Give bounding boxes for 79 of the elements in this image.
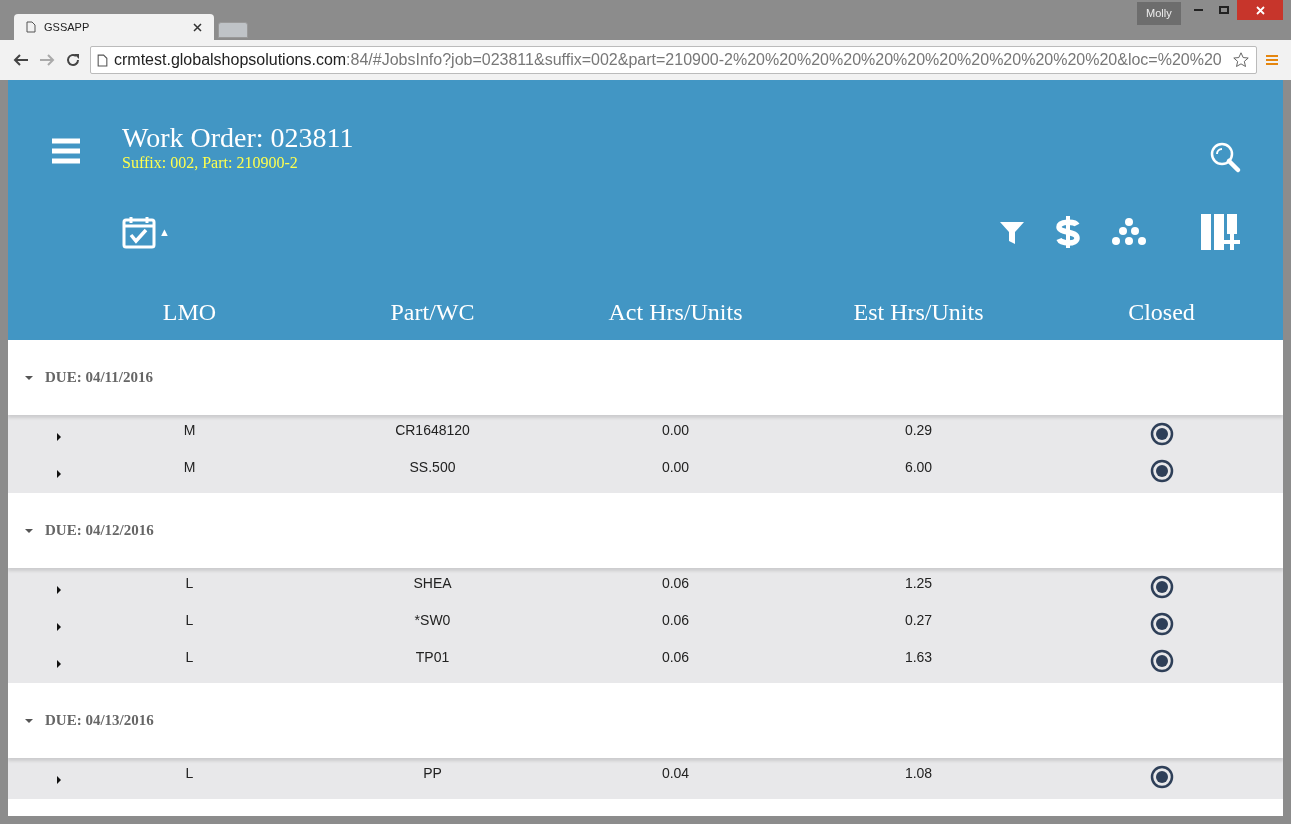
table-row[interactable]: M SS.500 0.00 6.00 bbox=[8, 454, 1283, 491]
column-header[interactable]: Est Hrs/Units bbox=[797, 294, 1040, 330]
column-header[interactable]: LMO bbox=[68, 294, 311, 330]
table-cell-text: CR1648120 bbox=[394, 421, 471, 440]
column-header[interactable]: Closed bbox=[1040, 294, 1283, 330]
group-header[interactable]: DUE: 04/12/2016 bbox=[8, 493, 1283, 568]
tab-title: GSSAPP bbox=[44, 19, 91, 35]
table-cell-text: SHEA bbox=[412, 574, 453, 593]
calendar-icon[interactable] bbox=[122, 215, 156, 249]
closed-radio[interactable] bbox=[1149, 765, 1174, 789]
table-cell-text: *SW0 bbox=[413, 611, 452, 630]
table-cell-text: L bbox=[184, 611, 195, 630]
table-cell-text: 1.25 bbox=[903, 574, 934, 593]
caret-icon[interactable] bbox=[55, 776, 63, 784]
page-icon bbox=[97, 53, 108, 67]
table-cell-text: 0.04 bbox=[660, 764, 691, 783]
table-cell-text: L bbox=[184, 574, 195, 593]
closed-radio[interactable] bbox=[1149, 575, 1174, 599]
page-icon bbox=[26, 21, 36, 33]
caret-icon[interactable] bbox=[55, 470, 63, 478]
star-icon[interactable] bbox=[1232, 51, 1250, 69]
column-header[interactable]: Part/WC bbox=[311, 294, 554, 330]
due-date-label: DUE: 04/13/2016 bbox=[45, 711, 154, 731]
address-bar[interactable]: crmtest.globalshopsolutions.com:84/#JobsInfo?job=023811&suffix=002&part=210900-2%20%20%20%20%20%20%20%20%20%20%20%20&loc=%20%20 bbox=[90, 46, 1257, 74]
dollar-icon[interactable] bbox=[1055, 214, 1081, 250]
table-cell-text: L bbox=[184, 764, 195, 783]
table-cell-text: 0.27 bbox=[903, 611, 934, 630]
profile-badge[interactable]: Molly bbox=[1137, 2, 1181, 25]
browser-tab[interactable]: GSSAPP bbox=[14, 14, 214, 40]
table-cell-text: 0.06 bbox=[660, 648, 691, 667]
closed-radio[interactable] bbox=[1149, 422, 1174, 446]
caret-icon[interactable] bbox=[55, 623, 63, 631]
closed-radio[interactable] bbox=[1149, 612, 1174, 636]
table-row[interactable]: L PP 0.04 1.08 bbox=[8, 760, 1283, 797]
table-cell-text: 1.63 bbox=[903, 648, 934, 667]
table-cell-text: SS.500 bbox=[408, 458, 457, 477]
close-window-button[interactable] bbox=[1237, 0, 1283, 20]
close-icon bbox=[1255, 5, 1265, 15]
table-cell-text: 0.00 bbox=[660, 458, 691, 477]
column-header[interactable]: Act Hrs/Units bbox=[554, 294, 797, 330]
table-cell-text: M bbox=[182, 421, 197, 440]
table-row[interactable]: L SHEA 0.06 1.25 bbox=[8, 570, 1283, 607]
table-cell-text: 6.00 bbox=[903, 458, 934, 477]
closed-radio[interactable] bbox=[1149, 649, 1174, 673]
caret-icon[interactable] bbox=[25, 526, 33, 535]
dots-icon[interactable] bbox=[1111, 217, 1147, 247]
table-cell-text: 1.08 bbox=[903, 764, 934, 783]
sort-caret[interactable]: ▲ bbox=[159, 223, 170, 241]
table-cell-text: TP01 bbox=[414, 648, 451, 667]
reload-icon[interactable] bbox=[64, 52, 82, 68]
search-icon[interactable] bbox=[1210, 142, 1242, 174]
group-header[interactable]: DUE: 04/13/2016 bbox=[8, 683, 1283, 758]
due-date-label: DUE: 04/12/2016 bbox=[45, 521, 154, 541]
due-date-label: DUE: 04/11/2016 bbox=[45, 368, 153, 388]
table-row[interactable]: L TP01 0.06 1.63 bbox=[8, 644, 1283, 681]
close-icon[interactable] bbox=[193, 22, 202, 32]
caret-icon[interactable] bbox=[25, 373, 33, 382]
caret-icon[interactable] bbox=[55, 433, 63, 441]
work-order-subtitle: Suffix: 002, Part: 210900-2 bbox=[122, 154, 299, 172]
table-cell-text: 0.29 bbox=[903, 421, 934, 440]
closed-radio[interactable] bbox=[1149, 459, 1174, 483]
caret-icon[interactable] bbox=[25, 716, 33, 725]
url-text: crmtest.globalshopsolutions.com:84/#JobsInfo?job=023811&suffix=002&part=210900-2%20%20%20%20%20%20%20%20%20%20%20%20&loc=%20%20 bbox=[114, 50, 1223, 70]
table-row[interactable]: M CR1648120 0.00 0.29 bbox=[8, 417, 1283, 454]
add-column-icon[interactable] bbox=[1201, 214, 1241, 250]
group-header[interactable]: DUE: 04/11/2016 bbox=[8, 340, 1283, 415]
menu-icon[interactable] bbox=[52, 138, 80, 164]
table-row[interactable]: L *SW0 0.06 0.27 bbox=[8, 607, 1283, 644]
back-icon[interactable] bbox=[12, 52, 30, 68]
table-cell-text: PP bbox=[422, 764, 443, 783]
table-cell-text: L bbox=[184, 648, 195, 667]
work-order-title: Work Order: 023811 bbox=[122, 122, 355, 154]
table-cell-text: 0.06 bbox=[660, 574, 691, 593]
table-cell-text: 0.06 bbox=[660, 611, 691, 630]
table-cell-text: M bbox=[182, 458, 197, 477]
filter-icon[interactable] bbox=[999, 219, 1025, 245]
caret-icon[interactable] bbox=[55, 660, 63, 668]
table-cell-text: 0.00 bbox=[660, 421, 691, 440]
caret-icon[interactable] bbox=[55, 586, 63, 594]
